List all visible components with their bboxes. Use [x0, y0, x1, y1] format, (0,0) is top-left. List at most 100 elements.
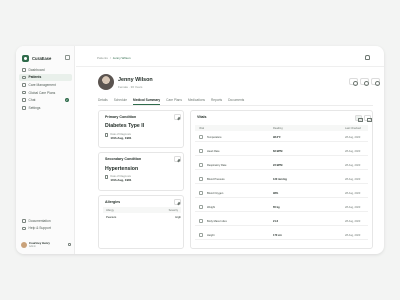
breadcrumb-separator: /: [109, 56, 111, 60]
table-row: Height 170 cm 28 Aug, 2023: [195, 230, 368, 240]
patient-meta: Female · 36 Years: [118, 85, 143, 89]
tab-documents[interactable]: Documents: [228, 98, 244, 104]
vital-date: 28 Aug, 2023: [345, 233, 361, 237]
bell-icon[interactable]: [365, 55, 370, 60]
condition-name: Hypertension: [105, 166, 139, 172]
droplet-icon: [199, 191, 203, 195]
vital-reading: 65 kg: [273, 205, 280, 209]
vital-name: Weight: [207, 205, 216, 209]
allergies-table-header: Allergy Severity: [103, 207, 181, 213]
patient-name: Jenny Wilson: [118, 77, 153, 83]
vital-name: Temperature: [207, 135, 222, 139]
edit-icon[interactable]: [174, 156, 181, 162]
sidebar-item-label: Settings: [28, 105, 41, 110]
sidebar-item-patients[interactable]: Patients: [19, 73, 72, 82]
sidebar-item-documentation[interactable]: Documentation: [19, 217, 72, 225]
body-icon: [199, 219, 203, 223]
condition-name: Diabetes Type II: [105, 123, 145, 129]
breadcrumb-current: Jenny Wilson: [112, 56, 131, 60]
table-row: Temperature 98.6°F 28 Aug, 2023: [195, 132, 368, 142]
breadcrumb-parent[interactable]: Patients: [97, 56, 108, 60]
logo-icon: [22, 54, 29, 62]
logo[interactable]: CuraEase: [22, 54, 51, 62]
user-role: Admin: [29, 245, 36, 248]
vital-name: Height: [207, 233, 215, 237]
table-row: Heart Rate 82 BPM 28 Aug, 2023: [195, 146, 368, 156]
vital-reading: 98.6°F: [273, 135, 281, 139]
vital-date: 28 Aug, 2023: [345, 163, 361, 167]
vital-date: 28 Aug, 2023: [345, 135, 361, 139]
vital-reading: 22 BPM: [273, 163, 283, 167]
breadcrumb: Patients / Jenny Wilson: [97, 56, 131, 60]
table-row: Respiratory Rate 22 BPM 28 Aug, 2023: [195, 160, 368, 170]
diagnosis-date-value: 10th Aug, 1981: [110, 136, 132, 140]
add-icon[interactable]: [174, 199, 181, 205]
vital-date: 28 Aug, 2023: [345, 149, 361, 153]
edit-icon[interactable]: [174, 114, 181, 120]
column-header: Last Checked: [345, 126, 361, 130]
sidebar-collapse-icon[interactable]: [65, 55, 70, 60]
calendar-icon: [105, 175, 109, 179]
vitals-card: Vitals Vital Reading Last Checked Temper…: [190, 110, 373, 249]
diagnosis-date: Date of Diagnosis 10th Aug, 1981: [105, 133, 131, 140]
heart-icon: [22, 83, 26, 87]
card-title: Primary Condition: [105, 115, 137, 119]
globe-icon: [22, 90, 26, 95]
column-header: Allergy: [106, 208, 114, 212]
table-row: Blood Pressure 120 mm Hg 28 Aug, 2023: [195, 174, 368, 184]
tab-care-plans[interactable]: Care Plans: [166, 98, 182, 104]
tab-reports[interactable]: Reports: [211, 98, 222, 104]
users-icon: [22, 75, 26, 80]
vital-reading: 170 cm: [273, 233, 282, 237]
vitals-table-header: Vital Reading Last Checked: [195, 125, 368, 131]
help-icon: [22, 226, 26, 231]
diagnosis-date-value: 10th Aug, 1981: [110, 178, 132, 182]
patient-actions: [349, 78, 380, 86]
allergy-severity: High: [175, 215, 181, 219]
message-icon[interactable]: [360, 78, 369, 86]
column-header: Vital: [199, 126, 204, 130]
sidebar-item-label: Documentation: [28, 218, 51, 223]
sidebar-item-chat[interactable]: Chat 2: [19, 96, 72, 104]
column-header: Reading: [273, 126, 283, 130]
sidebar-item-label: Help & Support: [28, 226, 51, 231]
vital-name: Blood Pressure: [207, 177, 225, 181]
tab-details[interactable]: Details: [98, 98, 108, 104]
logout-icon[interactable]: [67, 242, 71, 247]
view-toggle: [355, 115, 372, 123]
sidebar-bottom-nav: Documentation Help & Support: [19, 217, 72, 232]
primary-condition-card: Primary Condition Diabetes Type II Date …: [98, 110, 184, 148]
patient-tabs: Details Schedule Medical Summary Care Pl…: [98, 98, 244, 105]
vital-reading: 82 BPM: [273, 149, 283, 153]
sidebar-item-global-care-plans[interactable]: Global Care Plans: [19, 89, 72, 97]
allergy-name: Peanuts: [106, 215, 117, 219]
tab-medical-summary[interactable]: Medical Summary: [133, 98, 161, 105]
tab-schedule[interactable]: Schedule: [114, 98, 127, 104]
sidebar-item-dashboard[interactable]: Dashboard: [19, 66, 72, 74]
vital-reading: 21.6: [273, 219, 279, 223]
header-divider: [76, 66, 384, 67]
scale-icon: [199, 205, 203, 209]
tabs-divider: [98, 105, 373, 106]
ruler-icon: [199, 233, 203, 237]
tab-medications[interactable]: Medications: [188, 98, 205, 104]
table-row: Body Mass Index 21.6 28 Aug, 2023: [195, 216, 368, 226]
grid-view-icon[interactable]: [355, 115, 363, 123]
more-icon[interactable]: [371, 78, 380, 86]
avatar: [21, 241, 27, 248]
vital-reading: 120 mm Hg: [273, 177, 287, 181]
sidebar-item-label: Global Care Plans: [28, 90, 56, 95]
current-user[interactable]: Courtney Henry Admin: [21, 241, 71, 248]
chat-icon: [22, 98, 26, 102]
secondary-condition-card: Secondary Condition Hypertension Date of…: [98, 152, 184, 191]
card-title: Allergies: [105, 200, 121, 204]
sidebar-item-help[interactable]: Help & Support: [19, 225, 72, 233]
vital-name: Body Mass Index: [207, 219, 227, 223]
table-row: Weight 65 kg 28 Aug, 2023: [195, 202, 368, 212]
sidebar-item-settings[interactable]: Settings: [19, 104, 72, 112]
call-icon[interactable]: [349, 78, 358, 86]
vital-name: Heart Rate: [207, 149, 220, 153]
grid-icon: [22, 68, 26, 72]
list-view-icon[interactable]: [364, 115, 372, 123]
sidebar-item-care-management[interactable]: Care Management: [19, 81, 72, 89]
